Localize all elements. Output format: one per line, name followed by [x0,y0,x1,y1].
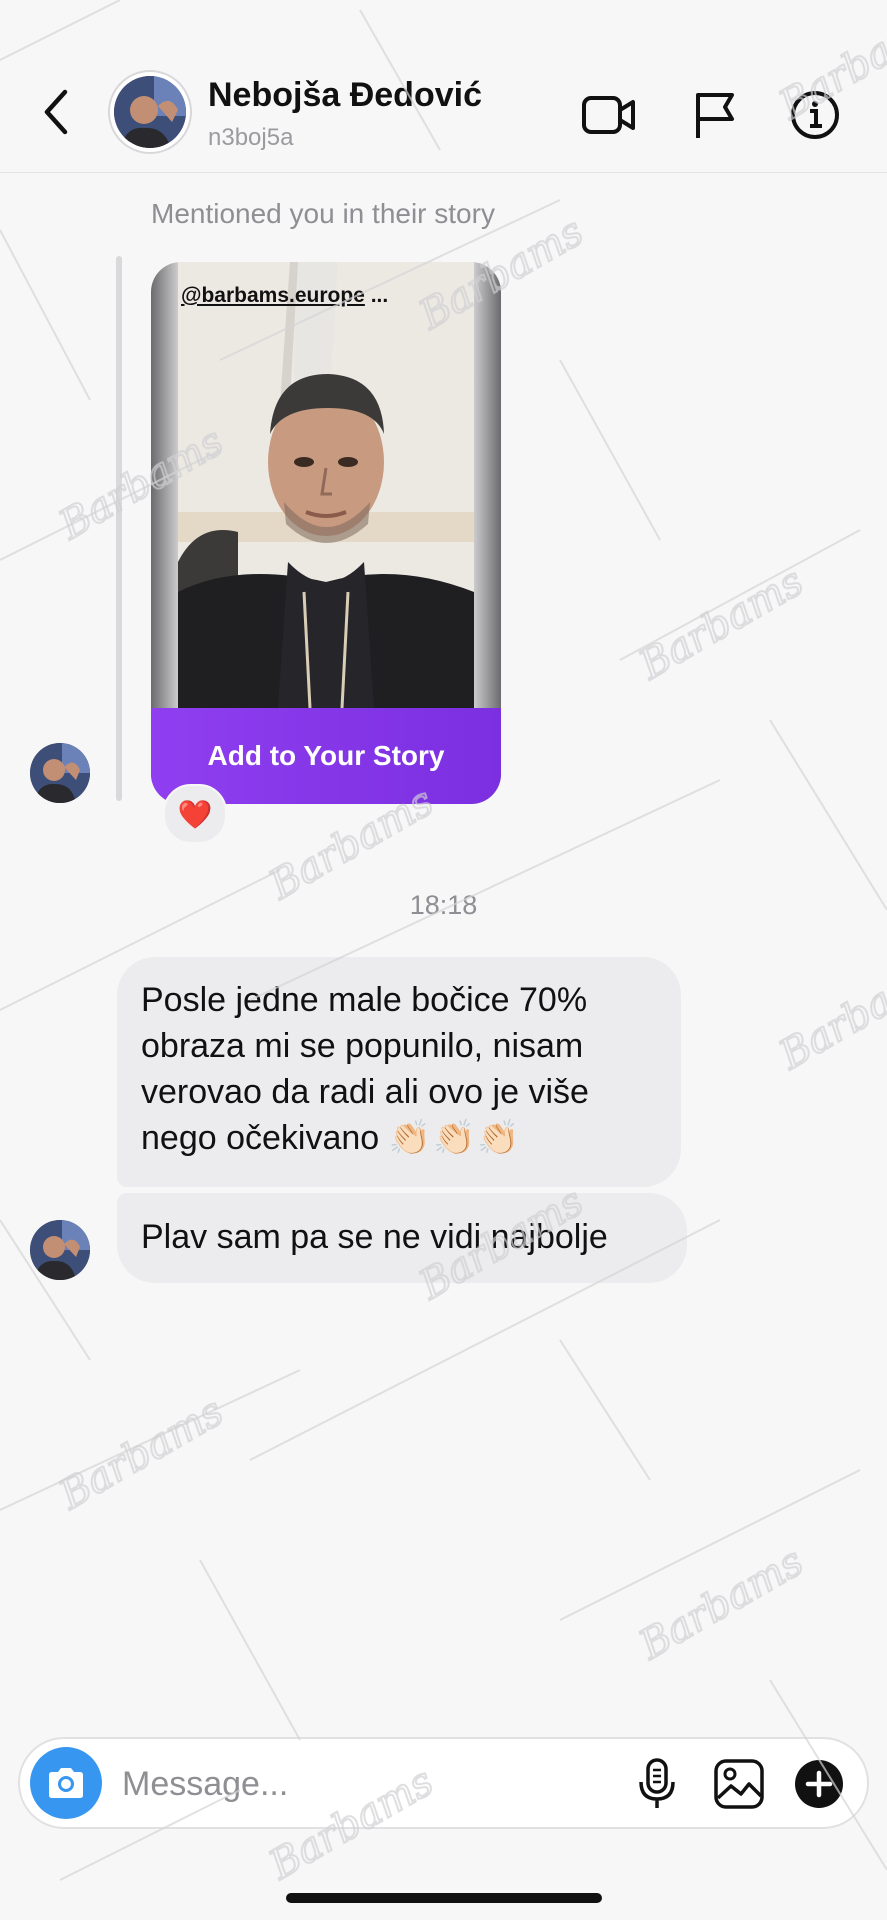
sender-avatar[interactable] [30,743,90,803]
report-button[interactable] [686,86,744,144]
heart-emoji: ❤️ [177,798,213,830]
svg-text:Barbams: Barbams [631,1539,811,1669]
svg-text:Barbams: Barbams [51,1389,231,1519]
message-bubble[interactable]: Posle jedne male bočice 70% obraza mi se… [117,957,681,1187]
message-line: Posle jedne male bočice 70% [141,981,588,1019]
message-bubble[interactable]: Plav sam pa se ne vidi najbolje [117,1193,687,1283]
chevron-left-icon [44,89,68,135]
camera-button[interactable] [30,1747,102,1819]
story-reply-rail [116,256,122,801]
message-input[interactable] [120,1759,504,1809]
flag-icon [696,93,734,138]
plus-icon [795,1760,843,1808]
gallery-icon [714,1759,764,1809]
story-mention-handle: @barbams.europe ... [181,284,389,307]
voice-message-button[interactable] [628,1755,686,1813]
story-mention-label: Mentioned you in their story [151,198,495,229]
info-button[interactable] [786,86,844,144]
profile-avatar[interactable] [108,70,192,154]
story-mention-card[interactable]: @barbams.europe ... Add to Your Story [151,262,501,804]
message-line: nego očekivano 👏🏻👏🏻👏🏻 [141,1115,657,1161]
info-icon [791,91,839,139]
chat-header: Nebojša Đedović n3boj5a [0,0,887,173]
heart-reaction[interactable]: ❤️ [163,784,227,844]
gallery-button[interactable] [710,1755,768,1813]
sender-avatar[interactable] [30,1220,90,1280]
svg-text:Barbams: Barbams [771,949,887,1079]
clapping-hands-emoji: 👏🏻👏🏻👏🏻 [388,1119,522,1157]
contact-username[interactable]: n3boj5a [208,124,293,152]
message-line: obraza mi se popunilo, nisam [141,1027,584,1065]
message-composer [18,1737,869,1829]
back-button[interactable] [36,84,76,140]
message-timestamp: 18:18 [409,890,478,920]
story-thumbnail [178,262,474,708]
camera-icon [49,1768,83,1798]
contact-name[interactable]: Nebojša Đedović [208,76,482,115]
microphone-icon [639,1758,675,1808]
home-indicator[interactable] [286,1893,602,1903]
video-call-button[interactable] [580,86,638,144]
more-options-button[interactable] [790,1755,848,1813]
svg-text:Barbams: Barbams [631,559,811,689]
message-line: verovao da radi ali ovo je više [141,1073,589,1111]
video-call-icon [582,96,635,134]
